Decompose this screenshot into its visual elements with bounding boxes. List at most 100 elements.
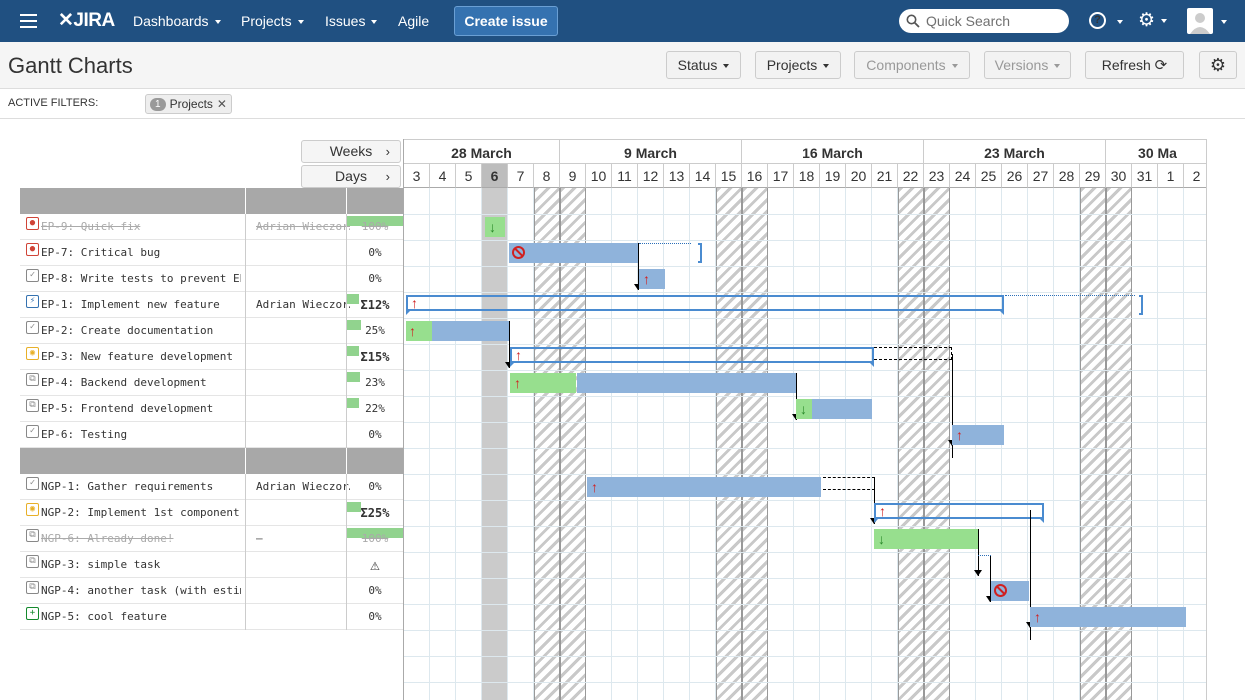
issue-summary[interactable]: NGP-6: Already done! (41, 526, 241, 552)
gantt-summary-bar[interactable] (510, 347, 874, 367)
profile-menu-caret[interactable] (1215, 0, 1227, 42)
row-line (404, 604, 1206, 605)
progress-bar (347, 398, 359, 408)
day-column (664, 188, 690, 700)
status-filter-button[interactable]: Status (666, 51, 741, 79)
row-line (404, 318, 1206, 319)
table-row[interactable]: ✓ NGP-1: Gather requirements Adrian Wieczo… (20, 474, 403, 500)
blocker-icon (994, 584, 1007, 597)
priority-high-icon: ↑ (409, 323, 416, 339)
gantt-summary-bar[interactable] (406, 295, 1004, 315)
gantt-bar[interactable] (1030, 607, 1186, 627)
issue-type-icon: ✓ (26, 477, 39, 490)
gantt-bar[interactable] (577, 373, 797, 393)
table-row[interactable]: ⧉ EP-4: Backend development 23% (20, 370, 403, 396)
issue-summary[interactable]: NGP-1: Gather requirements (41, 474, 241, 500)
active-filters-label: ACTIVE FILTERS: (8, 97, 99, 109)
day-column (638, 188, 664, 700)
issues-menu[interactable]: Issues (325, 0, 378, 42)
table-row[interactable]: ✓ EP-2: Create documentation 25% (20, 318, 403, 344)
projects-menu[interactable]: Projects (241, 0, 304, 42)
row-line (404, 578, 1206, 579)
row-line (404, 630, 1206, 631)
progress-bar (347, 346, 359, 356)
gantt-remaining-line (639, 243, 691, 244)
gantt-bar[interactable] (812, 399, 872, 419)
gantt-summary-bar[interactable] (874, 503, 1044, 523)
quick-search-input[interactable]: Quick Search (899, 9, 1069, 33)
table-row[interactable]: ● EP-7: Critical bug 0% (20, 240, 403, 266)
issue-summary[interactable]: EP-4: Backend development (41, 370, 241, 396)
dependency-connector (978, 555, 991, 556)
issue-summary[interactable]: EP-8: Write tests to prevent EP-… (41, 266, 241, 292)
issue-summary[interactable]: EP-6: Testing (41, 422, 241, 448)
issue-summary[interactable]: EP-1: Implement new feature (41, 292, 241, 318)
day-header: 20 (846, 164, 872, 188)
table-row[interactable]: ⧉ NGP-4: another task (with estima… 0% (20, 578, 403, 604)
gantt-bar[interactable] (509, 243, 639, 263)
table-row[interactable]: ⧉ EP-5: Frontend development 22% (20, 396, 403, 422)
help-menu-caret[interactable] (1111, 0, 1123, 42)
row-line (404, 552, 1206, 553)
issue-summary[interactable]: NGP-4: another task (with estima… (41, 578, 241, 604)
issue-summary[interactable]: NGP-2: Implement 1st component (41, 500, 241, 526)
gear-icon[interactable]: ⚙ (1138, 0, 1168, 42)
issue-progress: 100% (347, 214, 403, 240)
jira-logo[interactable]: ✕JIRA (58, 0, 115, 42)
days-scale-button[interactable]: Days › (301, 165, 401, 188)
app-switcher-icon[interactable] (20, 14, 37, 28)
issue-type-icon: ✓ (26, 269, 39, 282)
day-header: 19 (820, 164, 846, 188)
agile-menu[interactable]: Agile (398, 0, 429, 42)
row-line (404, 214, 1206, 215)
issue-assignee: Adrian Wieczor… (256, 298, 350, 311)
issue-summary[interactable]: EP-5: Frontend development (41, 396, 241, 422)
table-row[interactable]: ⧉ NGP-3: simple task ⚠ (20, 552, 403, 578)
day-column (1002, 188, 1028, 700)
day-header: 27 (1028, 164, 1054, 188)
gantt-bar-end (698, 243, 702, 263)
table-row[interactable]: ✓ EP-6: Testing 0% (20, 422, 403, 448)
day-header: 15 (716, 164, 742, 188)
table-row[interactable]: ● EP-9: Quick fix Adrian Wieczor… 100% (20, 214, 403, 240)
components-filter-button[interactable]: Components (854, 51, 970, 79)
settings-gear-icon[interactable]: ⚙ (1199, 51, 1237, 79)
dependency-arrow (974, 570, 982, 576)
issue-summary[interactable]: NGP-5: cool feature (41, 604, 241, 630)
gantt-bar[interactable] (587, 477, 821, 497)
refresh-button[interactable]: Refresh ⟳ (1085, 51, 1184, 79)
issue-type-icon: ◉ (26, 347, 39, 360)
avatar[interactable] (1187, 8, 1213, 34)
day-header: 21 (872, 164, 898, 188)
row-line (404, 500, 1206, 501)
gantt-bar[interactable] (432, 321, 510, 341)
progress-bar (347, 294, 359, 304)
issue-summary[interactable]: EP-7: Critical bug (41, 240, 241, 266)
table-row[interactable]: ⚡ EP-1: Implement new feature Adrian Wiecz… (20, 292, 403, 318)
dashboards-menu[interactable]: Dashboards (133, 0, 221, 42)
issue-summary[interactable]: NGP-3: simple task (41, 552, 241, 578)
issue-summary[interactable]: EP-9: Quick fix (41, 214, 241, 240)
create-issue-button[interactable]: Create issue (454, 6, 558, 36)
issue-summary[interactable]: EP-2: Create documentation (41, 318, 241, 344)
table-row[interactable]: ◉ EP-3: New feature development Σ15% (20, 344, 403, 370)
issue-progress: 0% (368, 272, 382, 285)
day-column (924, 188, 950, 700)
issue-summary[interactable]: EP-3: New feature development (41, 344, 241, 370)
weeks-scale-button[interactable]: Weeks › (301, 140, 401, 163)
table-row[interactable]: ◉ NGP-2: Implement 1st component Σ25% (20, 500, 403, 526)
table-row[interactable]: ⧉ NGP-6: Already done! – 100% (20, 526, 403, 552)
day-header: 17 (768, 164, 794, 188)
versions-filter-button[interactable]: Versions (984, 51, 1071, 79)
projects-filter-button[interactable]: Projects (755, 51, 841, 79)
table-row[interactable]: ✓ EP-8: Write tests to prevent EP-… 0% (20, 266, 403, 292)
projects-filter-tag[interactable]: 1 Projects ✕ (145, 94, 232, 114)
gantt-bar-done[interactable] (874, 529, 978, 549)
issue-progress: 100% (347, 526, 403, 552)
row-line (404, 682, 1206, 683)
day-column (482, 188, 508, 700)
help-icon[interactable]: ? (1089, 12, 1106, 29)
remove-filter-icon[interactable]: ✕ (217, 97, 227, 111)
table-row[interactable]: + NGP-5: cool feature 0% (20, 604, 403, 630)
issue-type-icon: ⧉ (26, 555, 39, 568)
